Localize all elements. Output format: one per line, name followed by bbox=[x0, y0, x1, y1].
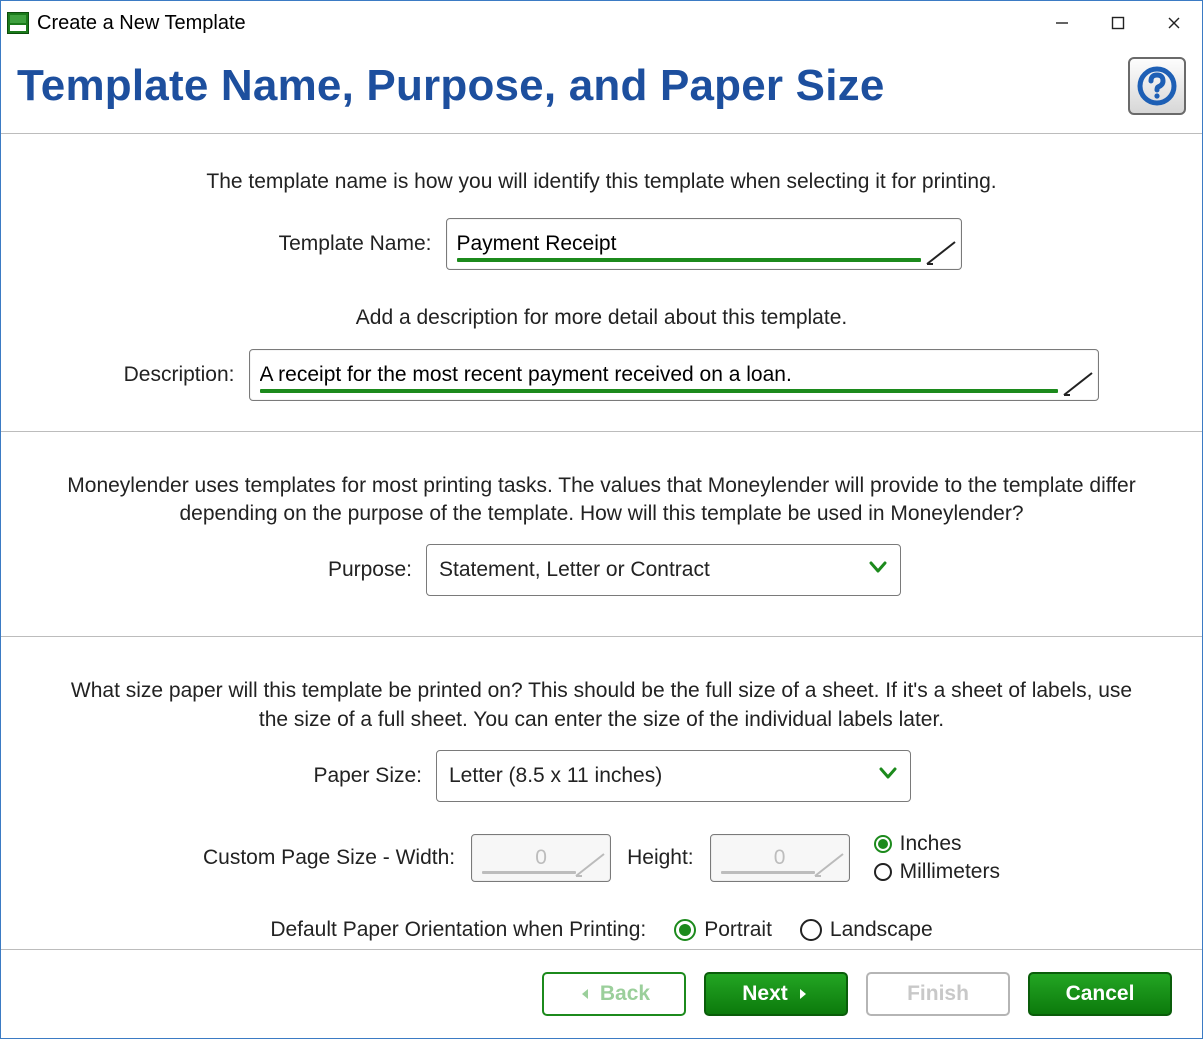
page-title: Template Name, Purpose, and Paper Size bbox=[17, 61, 1128, 111]
edit-pen-icon bbox=[574, 849, 608, 879]
units-inches-label: Inches bbox=[900, 832, 962, 856]
template-name-input[interactable] bbox=[447, 226, 961, 262]
field-underline bbox=[260, 389, 1058, 393]
orientation-label: Default Paper Orientation when Printing: bbox=[270, 918, 646, 942]
finish-label: Finish bbox=[907, 982, 969, 1006]
wizard-footer: Back Next Finish Cancel bbox=[1, 949, 1202, 1038]
description-field[interactable] bbox=[249, 349, 1099, 401]
orientation-portrait-radio[interactable]: Portrait bbox=[674, 918, 772, 942]
maximize-button[interactable] bbox=[1090, 4, 1146, 42]
help-icon bbox=[1137, 66, 1177, 106]
back-arrow-icon bbox=[578, 987, 592, 1001]
units-group: Inches Millimeters bbox=[874, 832, 1000, 884]
purpose-label: Purpose: bbox=[302, 558, 412, 582]
cancel-button[interactable]: Cancel bbox=[1028, 972, 1172, 1016]
finish-button[interactable]: Finish bbox=[866, 972, 1010, 1016]
next-label: Next bbox=[742, 982, 788, 1006]
units-millimeters-label: Millimeters bbox=[900, 860, 1000, 884]
orientation-landscape-label: Landscape bbox=[830, 918, 933, 942]
minimize-button[interactable] bbox=[1034, 4, 1090, 42]
template-name-label: Template Name: bbox=[242, 232, 432, 256]
units-millimeters-radio[interactable]: Millimeters bbox=[874, 860, 1000, 884]
field-underline bbox=[457, 258, 921, 262]
radio-knob bbox=[874, 835, 892, 853]
section-purpose: Moneylender uses templates for most prin… bbox=[1, 432, 1202, 638]
back-button[interactable]: Back bbox=[542, 972, 686, 1016]
section-template-name: The template name is how you will identi… bbox=[1, 134, 1202, 432]
description-intro: Add a description for more detail about … bbox=[62, 304, 1142, 332]
description-input[interactable] bbox=[250, 357, 1098, 393]
field-underline bbox=[482, 871, 576, 874]
maximize-icon bbox=[1111, 16, 1125, 30]
paper-size-select[interactable]: Letter (8.5 x 11 inches) bbox=[436, 750, 911, 802]
help-button[interactable] bbox=[1128, 57, 1186, 115]
orientation-landscape-radio[interactable]: Landscape bbox=[800, 918, 933, 942]
custom-width-field[interactable] bbox=[471, 834, 611, 882]
minimize-icon bbox=[1055, 16, 1069, 30]
description-label: Description: bbox=[105, 363, 235, 387]
radio-knob bbox=[674, 919, 696, 941]
next-arrow-icon bbox=[796, 987, 810, 1001]
purpose-intro: Moneylender uses templates for most prin… bbox=[62, 472, 1142, 529]
field-underline bbox=[721, 871, 815, 874]
app-icon bbox=[7, 12, 29, 34]
purpose-value: Statement, Letter or Contract bbox=[439, 558, 710, 582]
paper-intro: What size paper will this template be pr… bbox=[62, 677, 1142, 734]
window-title: Create a New Template bbox=[37, 12, 246, 35]
paper-size-value: Letter (8.5 x 11 inches) bbox=[449, 764, 662, 788]
close-icon bbox=[1167, 16, 1181, 30]
close-button[interactable] bbox=[1146, 4, 1202, 42]
page-header: Template Name, Purpose, and Paper Size bbox=[1, 45, 1202, 134]
units-inches-radio[interactable]: Inches bbox=[874, 832, 1000, 856]
paper-size-label: Paper Size: bbox=[292, 764, 422, 788]
custom-height-field[interactable] bbox=[710, 834, 850, 882]
template-name-field[interactable] bbox=[446, 218, 962, 270]
purpose-select[interactable]: Statement, Letter or Contract bbox=[426, 544, 901, 596]
template-name-intro: The template name is how you will identi… bbox=[62, 168, 1142, 196]
cancel-label: Cancel bbox=[1066, 982, 1135, 1006]
edit-pen-icon bbox=[925, 237, 959, 267]
title-bar: Create a New Template bbox=[1, 1, 1202, 45]
back-label: Back bbox=[600, 982, 650, 1006]
custom-width-label: Custom Page Size - Width: bbox=[203, 846, 455, 870]
radio-knob bbox=[874, 863, 892, 881]
chevron-down-icon bbox=[868, 557, 888, 583]
orientation-portrait-label: Portrait bbox=[704, 918, 772, 942]
next-button[interactable]: Next bbox=[704, 972, 848, 1016]
edit-pen-icon bbox=[1062, 368, 1096, 398]
radio-knob bbox=[800, 919, 822, 941]
edit-pen-icon bbox=[813, 849, 847, 879]
chevron-down-icon bbox=[878, 763, 898, 789]
window-controls bbox=[1034, 4, 1202, 42]
custom-height-label: Height: bbox=[627, 846, 694, 870]
